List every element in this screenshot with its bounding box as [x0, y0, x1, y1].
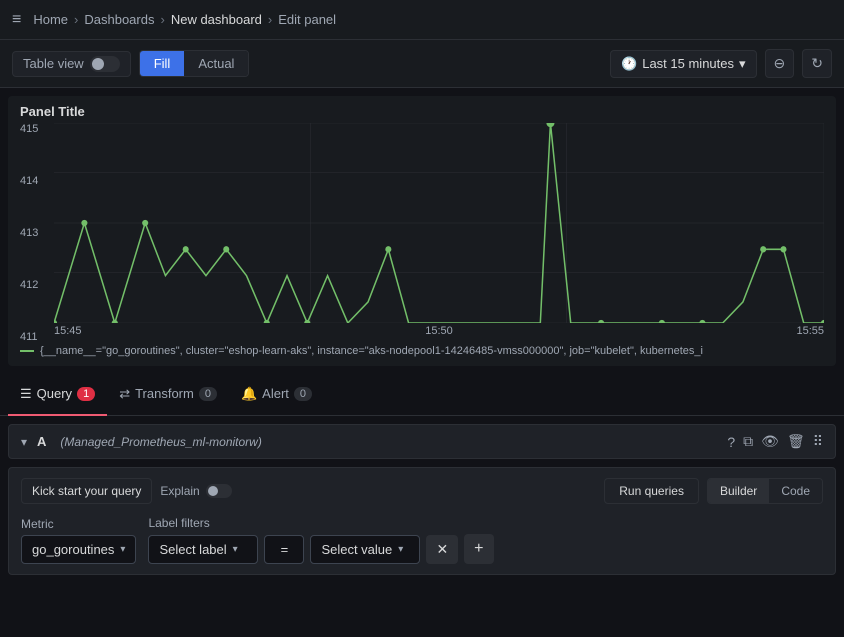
- fill-actual-group: Fill Actual: [139, 50, 250, 77]
- legend-text: {__name__="go_goroutines", cluster="esho…: [40, 345, 703, 357]
- breadcrumb-home[interactable]: Home: [33, 12, 68, 27]
- y-label-414: 414: [20, 175, 50, 187]
- chart-svg: [54, 123, 824, 323]
- table-view-label: Table view: [23, 56, 84, 71]
- metric-row: Metric go_goroutines ▾ Label filters Sel…: [21, 516, 823, 564]
- kick-start-button[interactable]: Kick start your query: [21, 478, 152, 504]
- breadcrumb-edit-panel: Edit panel: [278, 12, 336, 27]
- explain-group: Explain: [160, 484, 231, 498]
- breadcrumb-new-dashboard[interactable]: New dashboard: [171, 12, 262, 27]
- collapse-button[interactable]: ▾: [21, 435, 27, 449]
- chart-panel: Panel Title 415 414 413 412 411: [8, 96, 836, 366]
- table-view-toggle[interactable]: Table view: [12, 51, 131, 77]
- y-label-412: 412: [20, 279, 50, 291]
- actual-button[interactable]: Actual: [184, 51, 248, 76]
- label-filters-group: Select label ▾ = Select value ▾ ✕ +: [148, 534, 493, 564]
- toolbar-center: Table view Fill Actual: [12, 50, 249, 77]
- hamburger-menu[interactable]: ≡: [12, 11, 21, 29]
- label-filters-field-group: Label filters Select label ▾ = Select va…: [148, 516, 493, 564]
- select-value-button[interactable]: Select value ▾: [310, 535, 420, 564]
- metric-select[interactable]: go_goroutines ▾: [21, 535, 136, 564]
- chart-legend: {__name__="go_goroutines", cluster="esho…: [20, 345, 824, 357]
- metric-label: Metric: [21, 517, 136, 531]
- legend-color: [20, 350, 34, 352]
- query-section: ▾ A (Managed_Prometheus_ml-monitorw) ? ⧉…: [0, 416, 844, 583]
- eye-icon[interactable]: 👁: [761, 433, 779, 450]
- select-label-text: Select label: [159, 542, 226, 557]
- mode-group: Builder Code: [707, 478, 823, 504]
- y-axis: 415 414 413 412 411: [20, 123, 50, 343]
- x-label-1555: 15:55: [796, 325, 824, 343]
- select-label-button[interactable]: Select label ▾: [148, 535, 258, 564]
- alert-tab-badge: 0: [294, 387, 312, 401]
- datasource-name: (Managed_Prometheus_ml-monitorw): [60, 435, 261, 449]
- clear-filter-button[interactable]: ✕: [426, 535, 458, 564]
- breadcrumb: Home › Dashboards › New dashboard › Edit…: [33, 12, 336, 27]
- transform-tab-icon: ⇄: [119, 386, 130, 402]
- toolbar-right: 🕐 Last 15 minutes ▾ ⊖ ↻: [610, 49, 832, 78]
- clock-icon: 🕐: [621, 56, 637, 72]
- time-range-button[interactable]: 🕐 Last 15 minutes ▾: [610, 50, 757, 78]
- query-body: Kick start your query Explain Run querie…: [8, 467, 836, 575]
- builder-button[interactable]: Builder: [708, 479, 769, 503]
- alert-tab-label: Alert: [262, 386, 289, 401]
- select-label-chevron-icon: ▾: [233, 544, 238, 555]
- query-toolbar: Kick start your query Explain Run querie…: [21, 478, 823, 504]
- x-axis: 15:45 15:50 15:55: [54, 325, 824, 343]
- query-actions: ? ⧉ 👁 🗑 ⠿: [727, 433, 823, 450]
- copy-icon[interactable]: ⧉: [743, 433, 753, 450]
- add-filter-button[interactable]: +: [464, 534, 493, 564]
- breadcrumb-sep-2: ›: [160, 12, 164, 27]
- select-value-chevron-icon: ▾: [398, 544, 403, 555]
- x-label-1550: 15:50: [425, 325, 453, 343]
- run-queries-button[interactable]: Run queries: [604, 478, 699, 504]
- fill-button[interactable]: Fill: [140, 51, 185, 76]
- chart-canvas: [54, 123, 824, 323]
- breadcrumb-sep-1: ›: [74, 12, 78, 27]
- metric-chevron-icon: ▾: [120, 544, 125, 555]
- transform-tab-label: Transform: [135, 386, 194, 401]
- refresh-button[interactable]: ↻: [802, 49, 832, 78]
- breadcrumb-sep-3: ›: [268, 12, 272, 27]
- tab-alert[interactable]: 🔔 Alert 0: [229, 374, 324, 416]
- operator-select[interactable]: =: [264, 535, 304, 564]
- query-header: ▾ A (Managed_Prometheus_ml-monitorw) ? ⧉…: [8, 424, 836, 459]
- query-tab-icon: ☰: [20, 386, 32, 402]
- x-label-1545: 15:45: [54, 325, 82, 343]
- operator-text: =: [281, 542, 289, 557]
- chart-area: 415 414 413 412 411: [20, 123, 824, 343]
- alert-tab-icon: 🔔: [241, 386, 257, 402]
- query-tab-badge: 1: [77, 387, 95, 401]
- breadcrumb-dashboards[interactable]: Dashboards: [84, 12, 154, 27]
- query-tab-label: Query: [37, 386, 72, 401]
- time-range-label: Last 15 minutes: [642, 56, 734, 71]
- chevron-down-icon: ▾: [739, 56, 746, 72]
- tab-transform[interactable]: ⇄ Transform 0: [107, 374, 229, 416]
- label-filters-label: Label filters: [148, 516, 493, 530]
- y-label-415: 415: [20, 123, 50, 135]
- code-button[interactable]: Code: [769, 479, 822, 503]
- toolbar: Table view Fill Actual 🕐 Last 15 minutes…: [0, 40, 844, 88]
- toggle-knob: [92, 58, 104, 70]
- y-label-413: 413: [20, 227, 50, 239]
- explain-label: Explain: [160, 484, 199, 498]
- explain-toggle-knob: [208, 486, 218, 496]
- trash-icon[interactable]: 🗑: [787, 433, 805, 450]
- table-view-switch[interactable]: [90, 56, 120, 72]
- more-icon[interactable]: ⠿: [813, 433, 823, 450]
- help-icon[interactable]: ?: [727, 434, 735, 450]
- explain-toggle[interactable]: [206, 484, 232, 498]
- panel-title: Panel Title: [20, 104, 824, 119]
- metric-value: go_goroutines: [32, 542, 114, 557]
- tabs-bar: ☰ Query 1 ⇄ Transform 0 🔔 Alert 0: [0, 374, 844, 416]
- query-name: A: [37, 434, 46, 449]
- metric-field-group: Metric go_goroutines ▾: [21, 517, 136, 564]
- top-nav: ≡ Home › Dashboards › New dashboard › Ed…: [0, 0, 844, 40]
- transform-tab-badge: 0: [199, 387, 217, 401]
- zoom-out-button[interactable]: ⊖: [765, 49, 795, 78]
- y-label-411: 411: [20, 331, 50, 343]
- tab-query[interactable]: ☰ Query 1: [8, 374, 107, 416]
- select-value-text: Select value: [321, 542, 392, 557]
